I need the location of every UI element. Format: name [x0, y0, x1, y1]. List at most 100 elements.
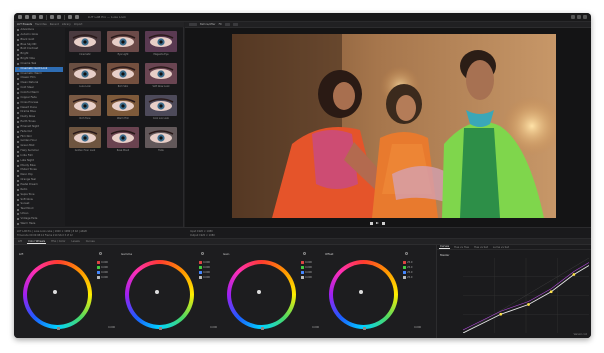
minimize-icon[interactable]	[571, 15, 575, 19]
close-icon[interactable]	[583, 15, 587, 19]
stop-icon[interactable]	[382, 222, 385, 225]
color-wheel[interactable]	[227, 260, 296, 329]
wheel-handle[interactable]	[257, 290, 261, 294]
crop-icon[interactable]	[75, 15, 79, 19]
tab-curve-3[interactable]: Luma vs Sat	[492, 246, 510, 249]
slider-knob[interactable]	[159, 327, 162, 330]
color-wheel[interactable]	[329, 260, 398, 329]
channel-value: 0.000	[203, 271, 210, 274]
lut-file-icon	[17, 48, 19, 51]
save-icon[interactable]	[32, 15, 36, 19]
wheel-handle[interactable]	[155, 290, 159, 294]
slider-knob[interactable]	[363, 327, 366, 330]
curve-point[interactable]	[572, 273, 576, 276]
lut-thumbnail[interactable]	[69, 127, 101, 148]
channel-select[interactable]: Before/After	[200, 23, 216, 26]
channel-swatch	[199, 276, 202, 279]
wheel-slider[interactable]: 0.000	[325, 326, 423, 331]
lut-thumbnail[interactable]	[107, 127, 139, 148]
tab-color-4[interactable]: Curves	[85, 240, 96, 243]
reset-icon[interactable]	[405, 252, 408, 255]
wheel-handle[interactable]	[359, 290, 363, 294]
lut-thumbnail[interactable]	[145, 63, 177, 84]
tab-color-3[interactable]: Levels	[70, 240, 80, 243]
tab-lut-3[interactable]: Library	[62, 23, 71, 26]
reset-icon[interactable]	[201, 252, 204, 255]
tab-lut-2[interactable]: Recent	[50, 23, 59, 26]
fullscreen-icon[interactable]	[232, 23, 238, 26]
reset-icon[interactable]	[303, 252, 306, 255]
zoom-select[interactable]: Fit	[219, 23, 222, 26]
lut-thumbnail[interactable]	[107, 31, 139, 52]
play-icon[interactable]	[376, 222, 379, 224]
wheel-title: Lift	[19, 252, 24, 256]
undo-icon[interactable]	[50, 15, 54, 19]
new-file-icon[interactable]	[18, 15, 22, 19]
wheel-values: 0.000 0.000 0.000 0.000	[199, 260, 219, 280]
slider-knob[interactable]	[261, 327, 264, 330]
thumbnail-label: Eye Light	[117, 53, 129, 56]
lut-thumbnail[interactable]	[145, 31, 177, 52]
lut-file-icon	[17, 102, 19, 105]
lut-thumbnail[interactable]	[145, 95, 177, 116]
channel-value: 0.000	[305, 276, 312, 279]
curve-point[interactable]	[499, 312, 503, 316]
tab-lut-0[interactable]: LUT Presets	[17, 23, 32, 26]
thumbnail-label: Magenta Eye	[153, 53, 169, 56]
lut-file-icon	[17, 58, 19, 61]
compare-icon[interactable]	[224, 23, 230, 26]
tab-color-1[interactable]: Color Wheels	[27, 240, 47, 244]
lut-thumbnail[interactable]	[145, 127, 177, 148]
tab-color-2[interactable]: HSL / Color	[50, 240, 66, 243]
lut-file-icon	[17, 174, 19, 177]
lut-file-icon	[17, 63, 19, 66]
lut-file-icon	[17, 189, 19, 192]
curve-point[interactable]	[549, 290, 553, 294]
lut-list[interactable]: Adventure Autumn Glow Black Gold Blue Sky N…	[15, 28, 63, 226]
wheel-slider[interactable]: 0.000	[19, 326, 117, 331]
wheel-slider[interactable]: 0.000	[223, 326, 321, 331]
tab-curve-2[interactable]: Hue vs Sat	[473, 246, 489, 249]
channel-swatch	[403, 276, 406, 279]
color-wheel[interactable]	[125, 260, 194, 329]
value-row[interactable]: 25.0	[403, 275, 423, 280]
tab-lut-1[interactable]: Favorites	[35, 23, 47, 26]
preview-image	[232, 34, 556, 218]
redo-icon[interactable]	[57, 15, 61, 19]
lut-thumbnail[interactable]	[69, 63, 101, 84]
thumbnail-label: Fade	[158, 149, 164, 152]
zoom-icon[interactable]	[189, 23, 197, 26]
open-folder-icon[interactable]	[25, 15, 29, 19]
lut-file-icon	[17, 165, 19, 168]
grid-icon[interactable]	[68, 15, 72, 19]
lut-thumbnail[interactable]	[107, 95, 139, 116]
lut-file-icon	[17, 87, 19, 90]
channel-swatch	[403, 266, 406, 269]
list-item[interactable]: Warm Haze	[15, 222, 63, 226]
curve-point[interactable]	[527, 303, 530, 306]
lut-thumbnail[interactable]	[69, 31, 101, 52]
maximize-icon[interactable]	[577, 15, 581, 19]
tab-color-0[interactable]: Lift	[17, 240, 23, 243]
thumbnail-label: Rich Skin	[117, 85, 129, 88]
tab-curve-0[interactable]: Curves	[439, 245, 451, 249]
channel-value: 25.0	[407, 266, 413, 269]
lut-file-icon	[17, 179, 19, 182]
wheel-handle[interactable]	[53, 290, 57, 294]
lut-thumbnail[interactable]	[107, 63, 139, 84]
channel-swatch	[199, 266, 202, 269]
reset-icon[interactable]	[99, 252, 102, 255]
previous-frame-icon[interactable]	[370, 222, 373, 225]
tab-lut-4[interactable]: Import	[74, 23, 83, 26]
value-row[interactable]: 0.000	[199, 275, 219, 280]
lut-thumbnail[interactable]	[69, 95, 101, 116]
tab-curve-1[interactable]: Hue vs Hue	[453, 246, 470, 249]
export-icon[interactable]	[39, 15, 43, 19]
wheel-slider[interactable]: 0.000	[121, 326, 219, 331]
slider-knob[interactable]	[57, 327, 60, 330]
value-row[interactable]: 0.000	[301, 275, 321, 280]
curve-graph[interactable]	[463, 258, 589, 333]
color-wheel[interactable]	[23, 260, 92, 329]
channel-value: 0.000	[203, 261, 210, 264]
value-row[interactable]: 0.000	[97, 275, 117, 280]
